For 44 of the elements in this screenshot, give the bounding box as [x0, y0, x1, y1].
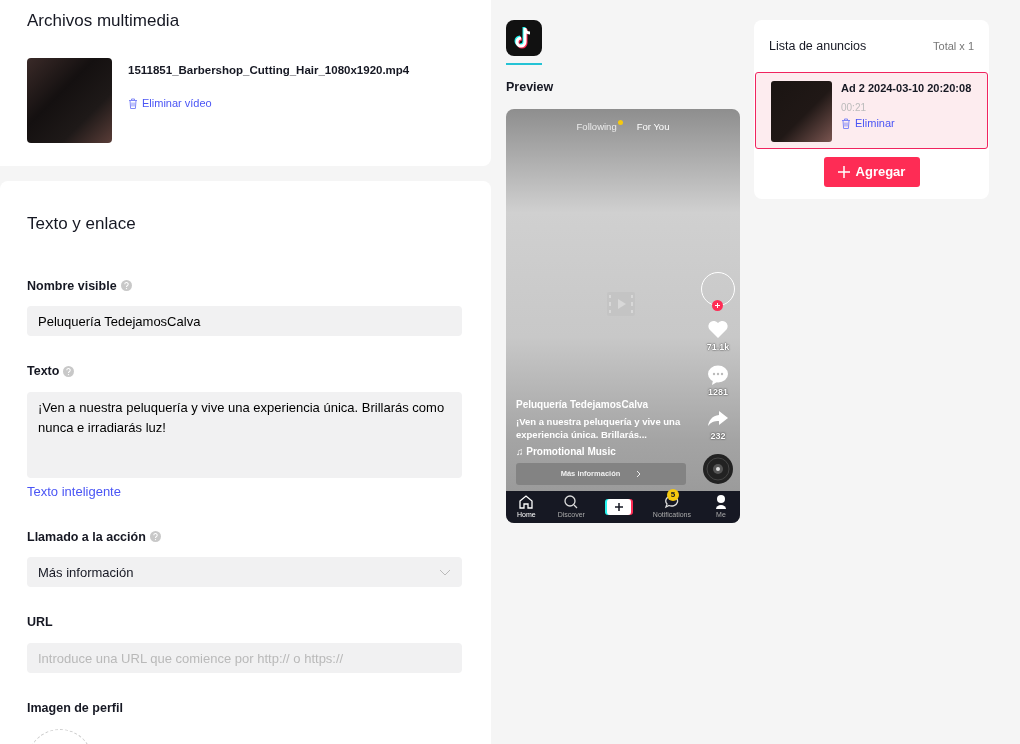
plus-icon [837, 165, 850, 178]
home-icon [518, 493, 535, 510]
person-icon [713, 493, 729, 510]
text-input[interactable]: Introduce una URL que comience por http:// o https:// [27, 643, 462, 673]
add-button[interactable]: Agregar [823, 156, 920, 187]
ad-name: Ad 2 2024-03-10 20:20:08 [841, 80, 973, 96]
list-title: Lista de anuncios [769, 38, 867, 55]
field-label: URL [27, 614, 53, 632]
caption: ¡Ven a nuestra peluquería y vive una experiencia única. Brillarás... [516, 414, 682, 441]
music-label: ♫ Promotional Music [516, 444, 617, 459]
smart-text-link[interactable]: Texto inteligente [27, 482, 121, 502]
comment-icon[interactable] [707, 363, 729, 386]
field-label: Imagen de perfil [27, 700, 123, 717]
plus-icon [712, 300, 723, 312]
search-icon [563, 493, 580, 510]
chevron-right-icon [636, 469, 642, 478]
action-count: 232 [710, 430, 726, 444]
section-title: Texto y enlace [27, 213, 137, 235]
field-label: Nombre visible [27, 277, 117, 295]
notification-badge: 5 [667, 488, 679, 501]
video-thumbnail [771, 80, 832, 142]
create-button[interactable] [606, 498, 631, 515]
music-disc-icon [702, 452, 734, 485]
ad-duration: 00:21 [841, 100, 868, 115]
delete-ad-link[interactable]: Eliminar [841, 114, 895, 132]
text-input[interactable]: Peluquería TedejamosCalva [27, 306, 462, 337]
text-area[interactable]: ¡Ven a nuestra peluquería y vive una experiencia única. Brillarás como nunca e irradiarás luz! [27, 392, 462, 478]
delete-video-link[interactable]: Eliminar vídeo [128, 94, 410, 112]
file-name: 1511851_Barbershop_Cutting_Hair_1080x1920.mp4 [128, 62, 410, 78]
section-title: Archivos multimedia [27, 10, 181, 32]
trash-icon [841, 117, 851, 129]
ad-item[interactable]: Ad 2 2024-03-10 20:20:08 00:21 Eliminar [755, 71, 988, 149]
chevron-down-icon [439, 568, 451, 576]
field-label: Llamado a la acción [27, 528, 146, 546]
plus-icon [614, 502, 623, 511]
action-count: 1281 [708, 385, 728, 399]
select-field[interactable]: Más información [27, 557, 462, 588]
username: Peluquería TedejamosCalva [516, 397, 650, 412]
trash-icon [128, 97, 138, 109]
action-count: 71.1k [706, 341, 730, 355]
total-count: Total x 1 [933, 39, 974, 55]
preview-label: Preview [506, 79, 555, 96]
field-label: Texto [27, 363, 60, 381]
app-logo-icon [506, 20, 542, 56]
